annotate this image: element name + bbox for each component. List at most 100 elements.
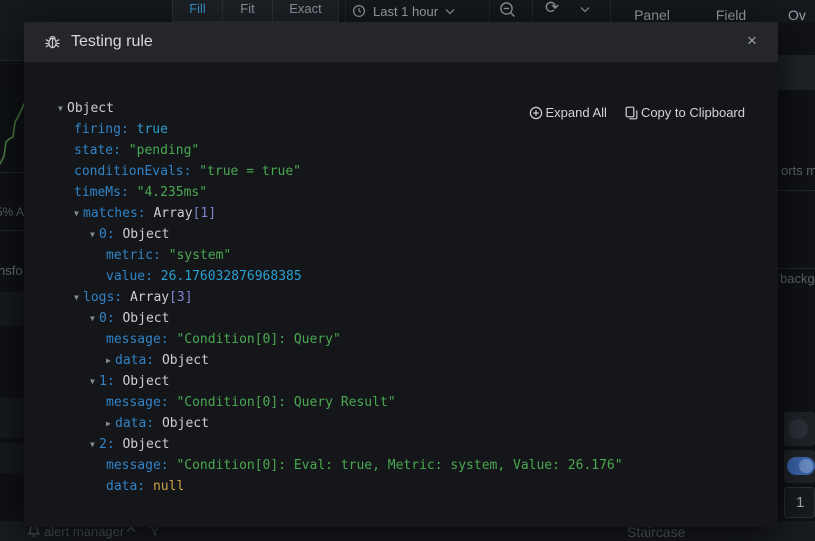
json-key: firing: (74, 122, 137, 137)
close-icon[interactable]: × (742, 31, 762, 51)
json-value: Object (122, 374, 169, 389)
json-tree-row: ▼1: Object (24, 371, 778, 392)
json-tree-row: metric: "system" (24, 245, 778, 266)
number-input[interactable]: 1 (784, 487, 815, 518)
fit-button[interactable]: Fit (222, 0, 273, 22)
toolbar-divider (532, 0, 533, 22)
json-value: null (153, 479, 184, 494)
bug-icon (44, 34, 61, 50)
left-panel-block (0, 443, 26, 473)
modal-body: Expand All Copy to Clipboard ▼Objectfiri… (24, 62, 778, 527)
json-value: Object (67, 101, 114, 116)
time-picker[interactable]: Last 1 hour (352, 0, 455, 22)
json-tree-row: conditionEvals: "true = true" (24, 161, 778, 182)
number-input-value: 1 (796, 494, 804, 511)
json-key: message: (106, 458, 176, 473)
right-panel-header (778, 55, 815, 90)
json-value: "Condition[0]: Query" (176, 332, 340, 347)
json-key: 2: (99, 437, 122, 452)
json-value: Object (122, 311, 169, 326)
left-panel-block (0, 398, 26, 438)
json-value: "Condition[0]: Eval: true, Metric: syste… (176, 458, 622, 473)
json-value: "4.235ms" (137, 185, 207, 200)
json-key: data: (106, 479, 153, 494)
json-value: 26.176032876968385 (161, 269, 302, 284)
chevron-up-icon[interactable] (126, 526, 136, 533)
fill-button[interactable]: Fill (172, 0, 223, 22)
json-key: value: (106, 269, 161, 284)
left-chart-panel (0, 88, 26, 172)
toggle-on-control[interactable] (784, 450, 815, 483)
toolbar-divider (345, 0, 346, 22)
json-value: true (137, 122, 168, 137)
collapse-toggle-icon[interactable]: ▼ (58, 98, 67, 119)
json-tree-row: ▼0: Object (24, 224, 778, 245)
json-key: data: (115, 416, 162, 431)
supports-markdown-hint: orts ma (781, 163, 815, 178)
json-key: 0: (99, 311, 122, 326)
json-tree-row: ▼2: Object (24, 434, 778, 455)
array-count: [3] (169, 290, 192, 305)
modal-header: Testing rule × (24, 22, 778, 62)
clock-icon (352, 4, 366, 18)
json-value: Array (153, 206, 192, 221)
testing-rule-modal: Testing rule × Expand All Copy to Clipbo… (24, 22, 778, 527)
json-value: Object (122, 227, 169, 242)
timeseries-line (0, 88, 26, 172)
refresh-chevron-icon[interactable] (580, 6, 590, 13)
json-tree-row: ▼0: Object (24, 308, 778, 329)
json-key: message: (106, 332, 176, 347)
time-range-label: Last 1 hour (373, 4, 438, 19)
json-value: Object (162, 353, 209, 368)
array-count: [1] (193, 206, 216, 221)
json-tree-row: ▼matches: Array[1] (24, 203, 778, 224)
collapse-toggle-icon[interactable]: ▼ (90, 434, 99, 455)
chevron-down-icon (445, 8, 455, 15)
toggle-knob (788, 419, 808, 439)
json-tree-row: timeMs: "4.235ms" (24, 182, 778, 203)
json-tree-row: message: "Condition[0]: Eval: true, Metr… (24, 455, 778, 476)
json-value: Object (122, 437, 169, 452)
collapse-toggle-icon[interactable]: ▼ (74, 203, 83, 224)
json-tree-row: ▼Object (24, 98, 778, 119)
toolbar-divider (489, 0, 490, 22)
json-tree-row: state: "pending" (24, 140, 778, 161)
toggle-off-control[interactable] (784, 412, 815, 446)
left-panel-block (0, 292, 26, 326)
refresh-icon[interactable]: ⟳ (545, 0, 559, 18)
json-key: state: (74, 143, 129, 158)
json-key: timeMs: (74, 185, 137, 200)
modal-title: Testing rule (71, 33, 153, 51)
toolbar-divider (610, 0, 611, 22)
json-tree-row: firing: true (24, 119, 778, 140)
json-key: logs: (83, 290, 130, 305)
json-key: matches: (83, 206, 153, 221)
json-value: Array (130, 290, 169, 305)
json-key: 1: (99, 374, 122, 389)
json-value: "Condition[0]: Query Result" (176, 395, 395, 410)
json-key: message: (106, 395, 176, 410)
zoom-out-icon[interactable] (499, 1, 517, 19)
background-option-label: backg (780, 271, 815, 286)
top-toolbar: Fill Fit Exact Last 1 hour ⟳ Panel Field… (0, 0, 815, 22)
left-subheader (0, 22, 26, 60)
expand-toggle-icon[interactable]: ▶ (106, 413, 115, 434)
tab-overrides[interactable]: Ov (788, 0, 815, 22)
json-value: "pending" (129, 143, 199, 158)
collapse-toggle-icon[interactable]: ▼ (90, 371, 99, 392)
json-tree-row: data: null (24, 476, 778, 497)
collapse-toggle-icon[interactable]: ▼ (74, 287, 83, 308)
tab-panel[interactable]: Panel (622, 0, 682, 22)
collapse-toggle-icon[interactable]: ▼ (90, 224, 99, 245)
expand-toggle-icon[interactable]: ▶ (106, 350, 115, 371)
json-tree-row: message: "Condition[0]: Query" (24, 329, 778, 350)
exact-button[interactable]: Exact (272, 0, 339, 22)
grafana-screen: Fill Fit Exact Last 1 hour ⟳ Panel Field… (0, 0, 815, 541)
tab-field[interactable]: Field (700, 0, 762, 22)
json-key: metric: (106, 248, 169, 263)
transform-tab-label: nsfo (0, 263, 23, 278)
json-tree-row: ▶data: Object (24, 350, 778, 371)
json-value: "system" (169, 248, 232, 263)
json-tree-row: message: "Condition[0]: Query Result" (24, 392, 778, 413)
collapse-toggle-icon[interactable]: ▼ (90, 308, 99, 329)
